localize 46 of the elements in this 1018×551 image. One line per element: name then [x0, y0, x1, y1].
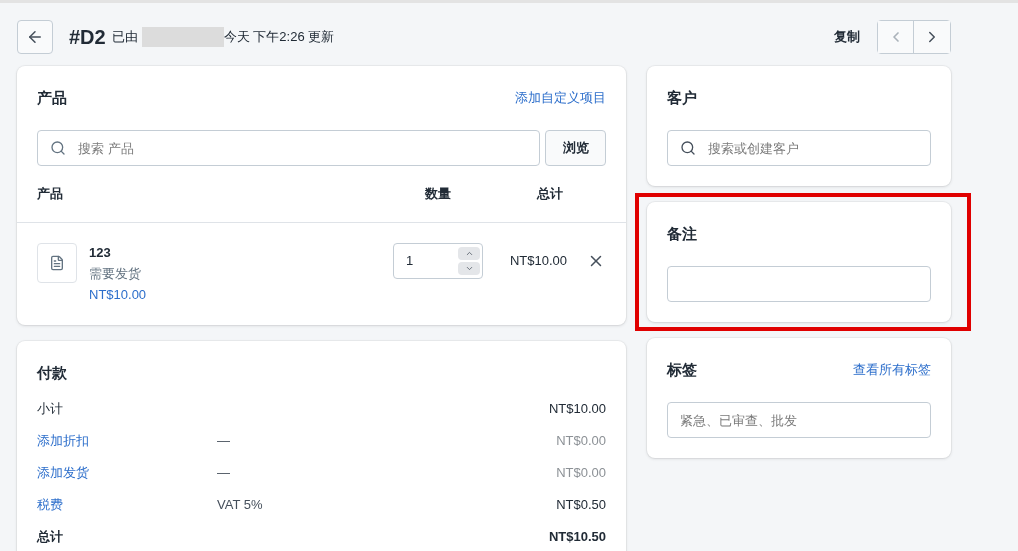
order-number: #D2: [69, 25, 106, 50]
payment-label: 小计: [37, 400, 64, 419]
payment-amount: NT$10.50: [548, 528, 606, 547]
next-button[interactable]: [914, 21, 950, 53]
payment-amount: NT$0.00: [556, 432, 606, 451]
search-icon: [50, 140, 66, 156]
browse-button[interactable]: 浏览: [545, 130, 606, 166]
duplicate-button[interactable]: 复制: [834, 27, 860, 47]
search-icon: [680, 140, 696, 156]
add-custom-item-link[interactable]: 添加自定义项目: [515, 88, 606, 108]
product-price-link[interactable]: NT$10.00: [89, 284, 147, 305]
document-icon: [49, 255, 65, 271]
payment-amount: NT$0.00: [556, 464, 606, 483]
column-header: 数量: [424, 185, 452, 204]
payment-link[interactable]: 税费: [37, 495, 217, 515]
line-total: NT$10.00: [508, 252, 567, 270]
product-note: 需要发货: [89, 265, 141, 283]
payment-detail: —: [217, 433, 230, 449]
payment-link[interactable]: 添加发货: [37, 463, 217, 483]
card-title: 付款: [37, 363, 68, 383]
payment-label: 总计: [37, 528, 64, 547]
decrement-button[interactable]: [458, 262, 480, 275]
card-title: 备注: [667, 224, 698, 244]
quantity-field[interactable]: 1: [393, 243, 483, 279]
view-all-tags-link[interactable]: 查看所有标签: [853, 360, 931, 380]
column-header: 产品: [37, 185, 64, 204]
updated-label: 已由: [111, 28, 138, 47]
payment-amount: NT$10.00: [548, 400, 606, 419]
back-button[interactable]: [17, 20, 53, 54]
payment-link[interactable]: 添加折扣: [37, 431, 217, 451]
payment-amount: NT$0.50: [556, 496, 606, 515]
card-title: 标签: [667, 359, 697, 380]
column-header: 总计: [535, 185, 563, 204]
product-name: 123: [89, 244, 111, 262]
notes-field[interactable]: [667, 266, 931, 302]
caret-up-icon: [464, 249, 474, 258]
increment-button[interactable]: [458, 247, 480, 260]
payment-detail: VAT 5%: [217, 497, 263, 513]
payment-detail: —: [217, 465, 230, 481]
tags-field[interactable]: 紧急、已审查、批发: [667, 402, 931, 438]
card-title: 客户: [667, 88, 698, 108]
caret-down-icon: [464, 264, 474, 273]
card-title: 产品: [37, 87, 67, 108]
updated-time: 今天 下午2:26 更新: [223, 28, 335, 47]
customer-search-field[interactable]: 搜索或创建客户: [667, 130, 931, 166]
product-search-field[interactable]: 搜索 产品: [37, 130, 540, 166]
